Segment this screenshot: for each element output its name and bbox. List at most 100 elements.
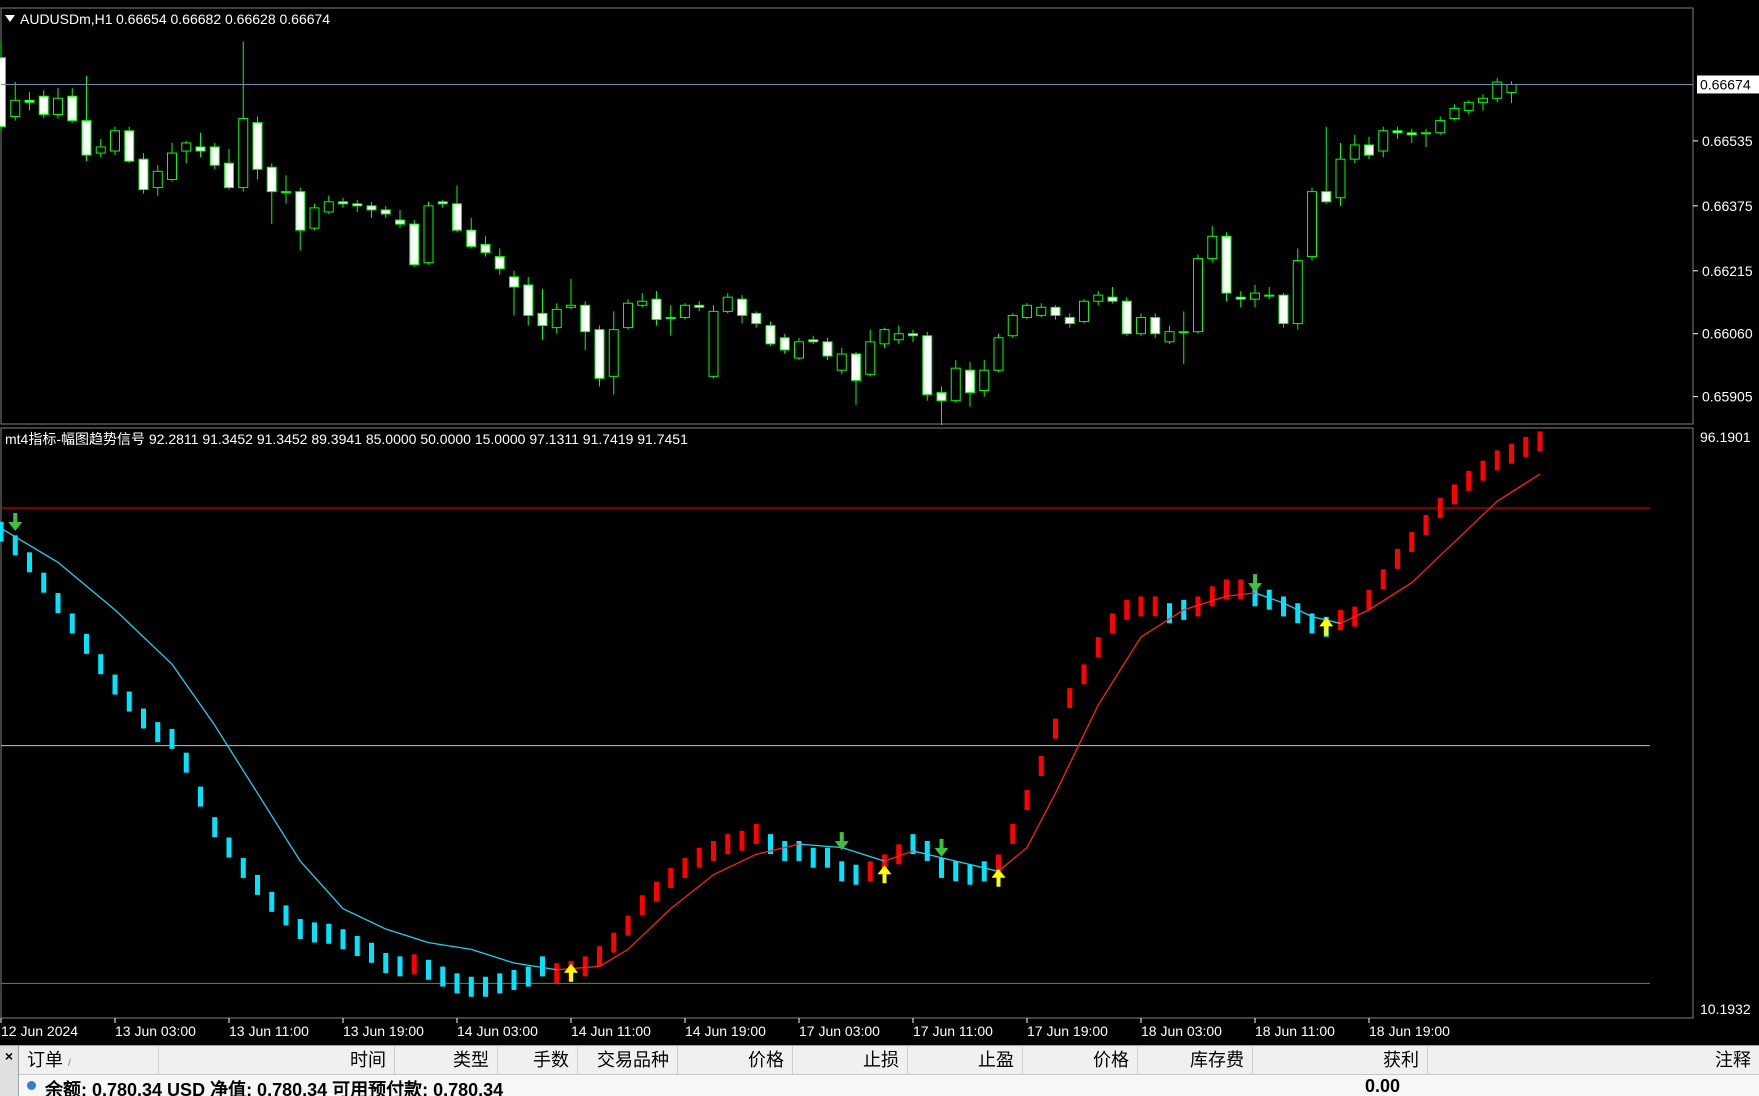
candle-body <box>167 152 177 180</box>
histogram-bar <box>1152 596 1158 617</box>
col-stop-loss[interactable]: 止损 <box>793 1046 908 1074</box>
histogram-bar <box>597 946 602 967</box>
candle-body <box>836 353 847 371</box>
candle-body <box>1250 292 1260 300</box>
histogram-bar <box>269 891 275 912</box>
candle-body <box>1079 300 1089 323</box>
candle-body <box>224 162 234 189</box>
col-type[interactable]: 类型 <box>395 1046 498 1074</box>
symbol-header: AUDUSDm,H1 0.66654 0.66682 0.66628 0.666… <box>5 11 330 27</box>
histogram-bar <box>654 881 659 902</box>
candle-body <box>1007 314 1018 337</box>
histogram-bar <box>1423 514 1429 535</box>
candle-body <box>1207 235 1218 260</box>
candle-body <box>10 99 21 118</box>
col-comment[interactable]: 注释 <box>1428 1046 1759 1074</box>
candle-body <box>437 201 448 205</box>
candle-body <box>1050 306 1061 316</box>
col-lots[interactable]: 手数 <box>498 1046 578 1074</box>
histogram-bar <box>1024 790 1030 811</box>
balance-row[interactable]: 余额: 0.780.34 USD 净值: 0.780.34 可用预付款: 0.7… <box>19 1075 1759 1096</box>
histogram-bar <box>967 864 973 885</box>
histogram-bar <box>454 973 460 994</box>
candle-body <box>53 97 63 116</box>
col-price[interactable]: 价格 <box>678 1046 793 1074</box>
candle-body <box>708 310 719 377</box>
histogram-bar <box>212 817 218 838</box>
histogram-bar <box>1095 637 1101 658</box>
candle-body <box>737 298 747 316</box>
col-swap[interactable]: 库存费 <box>1138 1046 1253 1074</box>
balance-text: 余额: 0.780.34 USD 净值: 0.780.34 可用预付款: 0.7… <box>45 1080 504 1096</box>
candle-body <box>252 122 263 170</box>
candle-body <box>1178 331 1189 334</box>
histogram-bar <box>554 963 560 984</box>
time-label: 18 Jun 11:00 <box>1255 1023 1335 1039</box>
candle-body <box>352 203 363 207</box>
histogram-bar <box>1266 589 1272 610</box>
histogram-bar <box>511 969 517 990</box>
sort-icon: / <box>68 1058 71 1069</box>
histogram-bar <box>69 613 75 634</box>
histogram-bar <box>1523 436 1529 457</box>
histogram-bar <box>1138 596 1144 617</box>
col-profit[interactable]: 获利 <box>1253 1046 1428 1074</box>
col-symbol[interactable]: 交易品种 <box>578 1046 678 1074</box>
histogram-bar <box>924 840 930 861</box>
histogram-bar <box>1480 460 1486 481</box>
candle-body <box>1392 130 1403 134</box>
candle-body <box>452 203 462 231</box>
candle-body <box>366 205 377 211</box>
col-take-profit[interactable]: 止盈 <box>908 1046 1023 1074</box>
candle-body <box>694 304 705 308</box>
histogram-bar <box>226 837 232 858</box>
histogram-bar <box>369 942 374 963</box>
histogram-bar <box>255 874 260 895</box>
histogram-bar <box>682 857 688 878</box>
histogram-bar <box>1053 718 1058 739</box>
candle-body <box>266 166 277 193</box>
candle-body <box>1235 296 1246 300</box>
histogram-bar <box>354 936 360 957</box>
candle-body <box>537 312 548 327</box>
histogram-bar <box>283 905 289 926</box>
histogram-bar <box>582 956 588 977</box>
chart-area[interactable]: AUDUSDm,H1 0.66654 0.66682 0.66628 0.666… <box>0 0 1759 1045</box>
candle-body <box>1221 235 1232 294</box>
col-time[interactable]: 时间 <box>159 1046 395 1074</box>
candle-body <box>1292 260 1303 325</box>
candle-body <box>95 146 106 154</box>
histogram-bar <box>1537 431 1543 452</box>
col-current-price[interactable]: 价格 <box>1023 1046 1138 1074</box>
candle-body <box>466 229 477 247</box>
terminal-close-button[interactable]: × <box>0 1046 19 1096</box>
histogram-bar <box>668 868 674 889</box>
histogram-bar <box>725 834 731 855</box>
histogram-bar <box>825 847 830 868</box>
histogram-bar <box>411 954 417 975</box>
histogram-bar <box>240 857 246 878</box>
candle-body <box>566 304 576 308</box>
candle-body <box>480 243 491 254</box>
candle-body <box>623 302 633 329</box>
candle-body <box>124 130 135 162</box>
histogram-bar <box>853 864 859 885</box>
histogram-bar <box>753 823 759 844</box>
candle-body <box>779 337 790 351</box>
candle-body <box>751 312 762 325</box>
candle-body <box>338 201 348 205</box>
price-label: 0.66215 <box>1702 263 1753 279</box>
current-price-label: 0.66674 <box>1700 76 1751 92</box>
price-label: 0.66375 <box>1702 198 1753 214</box>
candle-body <box>1150 316 1161 335</box>
candle-body <box>1449 107 1460 120</box>
time-label: 18 Jun 03:00 <box>1141 1023 1222 1039</box>
time-label: 14 Jun 03:00 <box>457 1023 538 1039</box>
terminal-header: 订单 / 时间 类型 手数 交易品种 价格 止损 止盈 价格 库存费 获利 注释 <box>19 1046 1759 1075</box>
col-order[interactable]: 订单 / <box>19 1046 159 1074</box>
histogram-bar <box>183 752 189 773</box>
histogram-bar <box>1010 823 1016 844</box>
price-label: 0.66535 <box>1702 133 1753 149</box>
symbol-label: AUDUSDm,H1 <box>20 11 113 27</box>
candle-body <box>1335 158 1346 199</box>
